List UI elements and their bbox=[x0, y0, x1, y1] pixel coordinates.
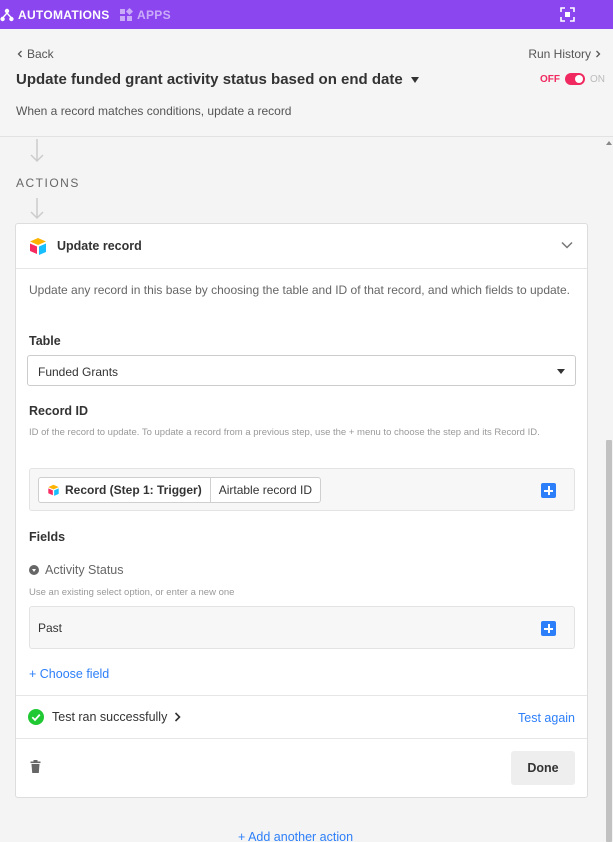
field-name-label: Activity Status bbox=[45, 563, 124, 577]
token-source-label: Record (Step 1: Trigger) bbox=[65, 483, 202, 497]
automation-title-text: Update funded grant activity status base… bbox=[16, 71, 403, 88]
apps-icon bbox=[120, 7, 133, 21]
chevron-right-icon bbox=[596, 50, 601, 58]
divider bbox=[16, 738, 587, 739]
automation-title[interactable]: Update funded grant activity status base… bbox=[16, 71, 419, 88]
choose-field-link[interactable]: + Choose field bbox=[29, 667, 109, 681]
airtable-logo-icon bbox=[30, 238, 46, 255]
divider bbox=[16, 695, 587, 696]
flow-arrow-icon bbox=[30, 198, 44, 220]
field-help: Use an existing select option, or enter … bbox=[29, 587, 235, 598]
tab-automations[interactable]: AUTOMATIONS bbox=[0, 0, 110, 29]
token-source: Record (Step 1: Trigger) bbox=[39, 478, 211, 502]
chevron-left-icon bbox=[17, 50, 22, 58]
tab-apps[interactable]: APPS bbox=[119, 0, 171, 29]
back-link[interactable]: Back bbox=[16, 47, 54, 61]
back-label: Back bbox=[27, 47, 54, 61]
test-status-label: Test ran successfully bbox=[52, 710, 168, 724]
field-value: Past bbox=[38, 621, 63, 635]
table-select-value: Funded Grants bbox=[38, 365, 119, 379]
token-field-label: Airtable record ID bbox=[218, 483, 313, 497]
done-button[interactable]: Done bbox=[511, 751, 575, 785]
trash-icon[interactable] bbox=[30, 760, 41, 773]
tab-label: APPS bbox=[137, 7, 171, 22]
chevron-right-icon bbox=[175, 712, 181, 722]
scrollbar-thumb[interactable] bbox=[606, 440, 612, 842]
toggle-on-label: ON bbox=[590, 73, 605, 85]
table-label: Table bbox=[29, 334, 61, 348]
test-again-link[interactable]: Test again bbox=[518, 711, 575, 725]
top-bar: AUTOMATIONS APPS bbox=[0, 0, 613, 29]
action-card-title: Update record bbox=[57, 239, 142, 253]
automation-toggle[interactable]: OFF ON bbox=[540, 73, 605, 85]
record-id-help: ID of the record to update. To update a … bbox=[29, 427, 540, 438]
record-id-token[interactable]: Record (Step 1: Trigger) Airtable record… bbox=[38, 477, 322, 503]
automation-subtitle: When a record matches conditions, update… bbox=[16, 104, 292, 118]
record-id-input[interactable]: Record (Step 1: Trigger) Airtable record… bbox=[29, 468, 575, 511]
insert-value-plus-icon[interactable] bbox=[541, 483, 556, 498]
fields-label: Fields bbox=[29, 530, 66, 544]
actions-section-label: ACTIONS bbox=[16, 176, 80, 190]
update-record-action-card: Update record Update any record in this … bbox=[15, 223, 588, 798]
tab-label: AUTOMATIONS bbox=[18, 7, 110, 22]
action-card-header[interactable]: Update record bbox=[16, 224, 587, 269]
flow-arrow-icon bbox=[30, 139, 44, 163]
caret-down-icon bbox=[557, 369, 565, 374]
run-history-link[interactable]: Run History bbox=[528, 47, 602, 61]
airtable-logo-icon bbox=[48, 484, 59, 496]
table-select[interactable]: Funded Grants bbox=[27, 355, 576, 386]
toggle-off-label: OFF bbox=[540, 73, 560, 85]
record-id-label: Record ID bbox=[29, 404, 89, 418]
check-circle-icon bbox=[28, 709, 44, 725]
run-history-label: Run History bbox=[528, 47, 591, 61]
toggle-switch[interactable] bbox=[565, 73, 585, 85]
automation-header: Back Run History Update funded grant act… bbox=[0, 29, 613, 137]
expand-icon[interactable] bbox=[560, 7, 575, 22]
field-activity-status[interactable]: Activity Status bbox=[29, 563, 124, 577]
test-result[interactable]: Test ran successfully bbox=[28, 709, 181, 725]
caret-down-icon bbox=[410, 76, 419, 83]
add-another-action-link[interactable]: + Add another action bbox=[238, 830, 353, 842]
automations-icon bbox=[0, 8, 14, 21]
insert-value-plus-icon[interactable] bbox=[541, 621, 556, 636]
activity-status-value-input[interactable]: Past bbox=[29, 606, 575, 649]
single-select-field-icon bbox=[29, 565, 39, 575]
scroll-up-icon[interactable] bbox=[606, 141, 612, 145]
chevron-down-icon[interactable] bbox=[561, 241, 573, 249]
action-description: Update any record in this base by choosi… bbox=[29, 283, 571, 297]
